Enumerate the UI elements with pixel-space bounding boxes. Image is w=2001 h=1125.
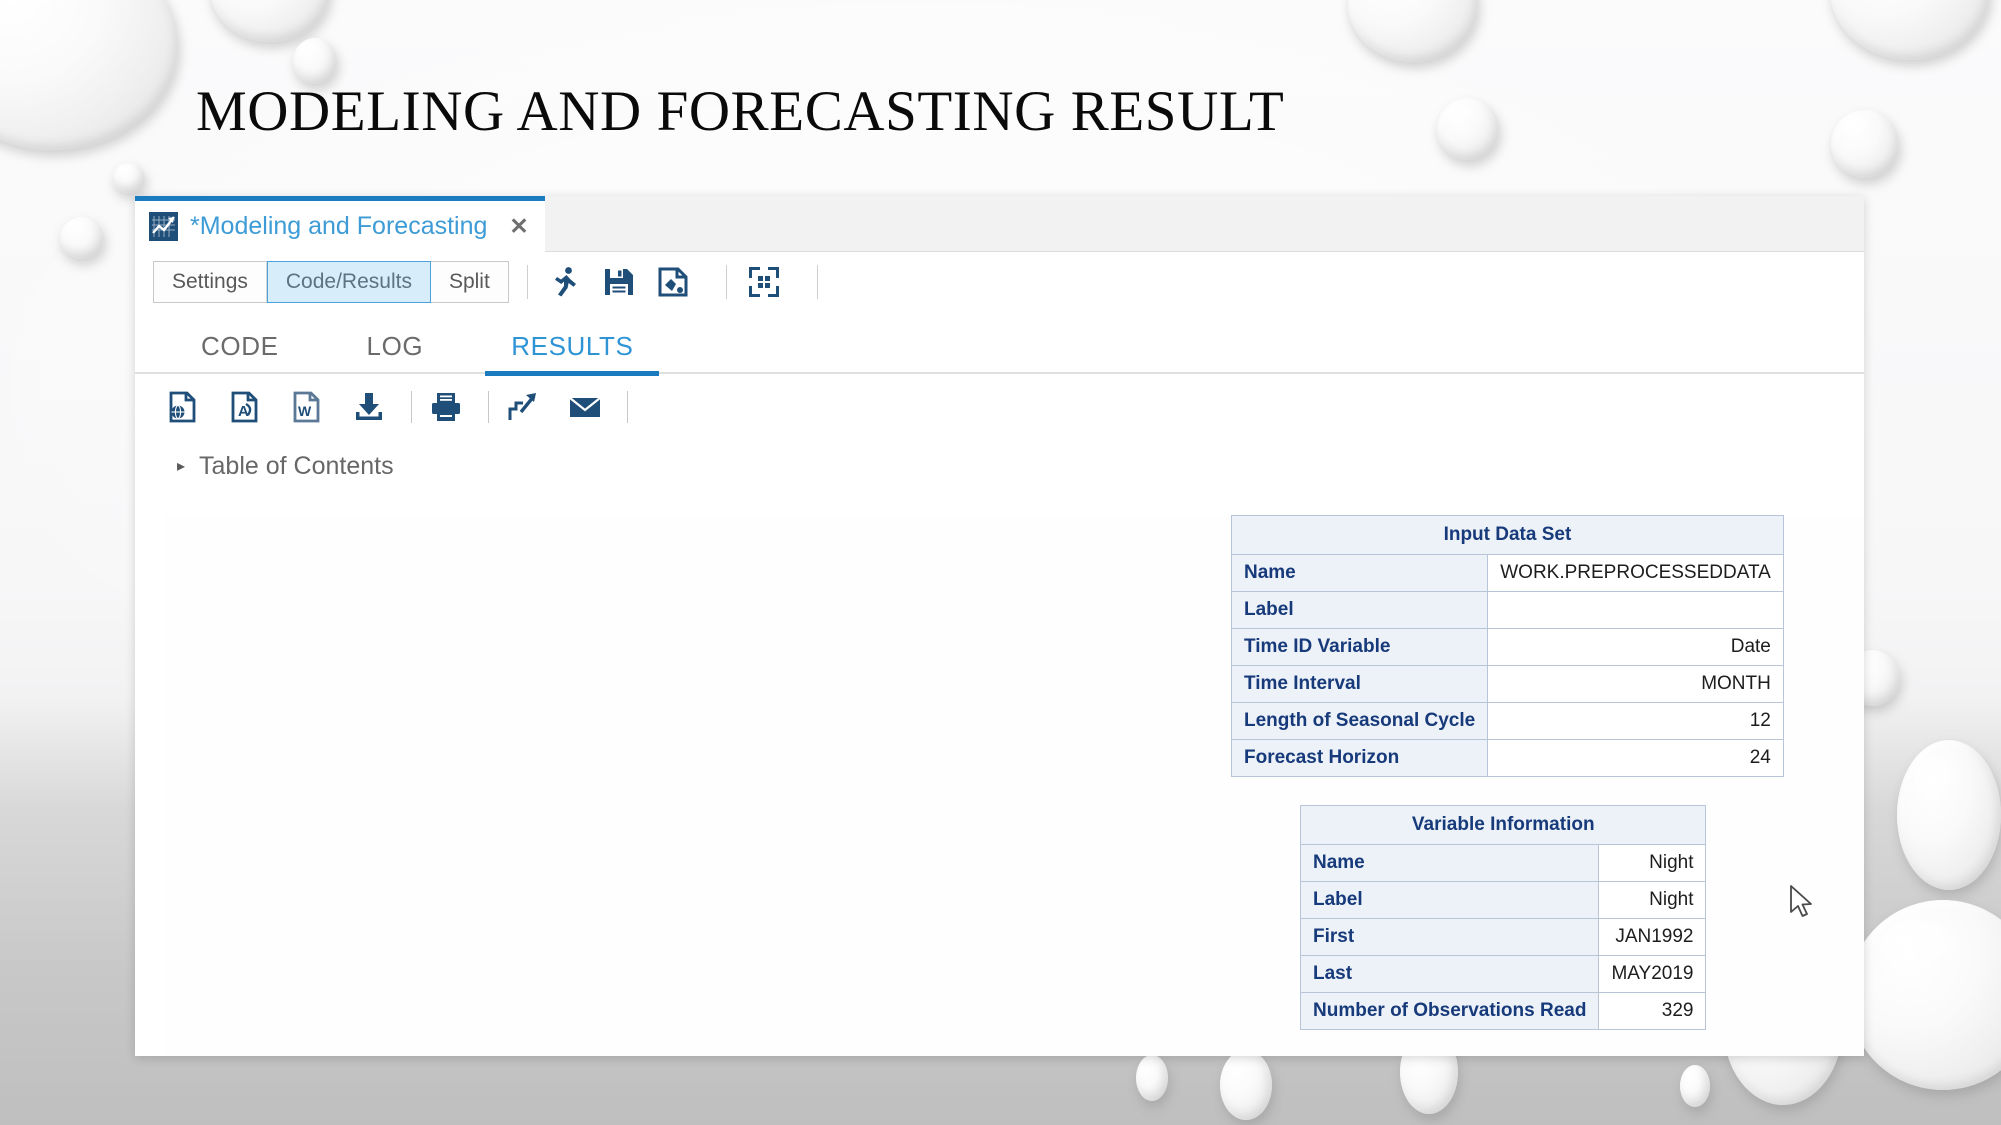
table-row: Name Night — [1301, 845, 1706, 882]
mouse-cursor — [1789, 885, 1817, 928]
droplet-decoration — [293, 38, 337, 84]
table-of-contents-label: Table of Contents — [199, 452, 394, 481]
export-html-icon[interactable] — [163, 387, 203, 427]
droplet-decoration — [1897, 740, 2001, 890]
toolbar-divider — [726, 265, 727, 299]
page-title: MODELING AND FORECASTING RESULT — [196, 79, 1284, 144]
droplet-decoration — [1831, 110, 1899, 178]
table-row: Time ID Variable Date — [1232, 629, 1784, 666]
sas-studio-window: *Modeling and Forecasting ✕ Settings Cod… — [135, 196, 1864, 1056]
table-row: Label — [1232, 592, 1784, 629]
row-label: Number of Observations Read — [1301, 993, 1599, 1030]
variable-information-title: Variable Information — [1301, 806, 1706, 845]
droplet-decoration — [60, 217, 104, 259]
save-as-icon[interactable] — [654, 263, 692, 301]
input-data-set-table: Input Data Set Name WORK.PREPROCESSEDDAT… — [1231, 515, 1784, 777]
toolbar-divider — [411, 391, 412, 423]
toolbar-divider — [488, 391, 489, 423]
print-icon[interactable] — [426, 387, 466, 427]
row-value: 329 — [1599, 993, 1706, 1030]
row-value: WORK.PREPROCESSEDDATA — [1488, 555, 1784, 592]
row-label: Name — [1301, 845, 1599, 882]
table-row: Number of Observations Read 329 — [1301, 993, 1706, 1030]
droplet-decoration — [1680, 1065, 1710, 1107]
collapse-icon[interactable] — [745, 263, 783, 301]
table-row: Label Night — [1301, 882, 1706, 919]
row-value: Date — [1488, 629, 1784, 666]
table-row: Forecast Horizon 24 — [1232, 740, 1784, 777]
email-icon[interactable] — [565, 387, 605, 427]
toolbar-divider — [817, 265, 818, 299]
table-title-row: Input Data Set — [1232, 516, 1784, 555]
close-icon[interactable]: ✕ — [509, 215, 528, 238]
tab-label: *Modeling and Forecasting — [190, 212, 487, 241]
results-subtabs: CODE LOG RESULTS — [135, 312, 1864, 374]
results-toolbar: A W — [135, 374, 1864, 440]
table-row: Name WORK.PREPROCESSEDDATA — [1232, 555, 1784, 592]
row-label: First — [1301, 919, 1599, 956]
toolbar-divider — [527, 265, 528, 299]
row-label: Label — [1232, 592, 1488, 629]
view-mode-split[interactable]: Split — [431, 262, 508, 302]
run-icon[interactable] — [546, 263, 584, 301]
row-value: MAY2019 — [1599, 956, 1706, 993]
row-value: Night — [1599, 882, 1706, 919]
droplet-decoration — [1437, 98, 1499, 160]
row-label: Time Interval — [1232, 666, 1488, 703]
row-label: Length of Seasonal Cycle — [1232, 703, 1488, 740]
download-icon[interactable] — [349, 387, 389, 427]
row-label: Time ID Variable — [1232, 629, 1488, 666]
tab-results[interactable]: RESULTS — [485, 331, 659, 374]
results-output-pane: Input Data Set Name WORK.PREPROCESSEDDAT… — [165, 515, 1864, 1056]
droplet-decoration — [113, 163, 145, 193]
row-value: 12 — [1488, 703, 1784, 740]
view-mode-settings[interactable]: Settings — [154, 262, 267, 302]
row-value: Night — [1599, 845, 1706, 882]
tab-modeling-and-forecasting[interactable]: *Modeling and Forecasting ✕ — [135, 196, 545, 252]
view-mode-code-results[interactable]: Code/Results — [267, 261, 431, 303]
row-value: 24 — [1488, 740, 1784, 777]
chevron-right-icon: ▸ — [177, 459, 185, 475]
editor-toolbar: Settings Code/Results Split — [135, 252, 1864, 312]
droplet-decoration — [1136, 1055, 1168, 1101]
row-label: Name — [1232, 555, 1488, 592]
export-pdf-icon[interactable]: A — [225, 387, 265, 427]
row-value: MONTH — [1488, 666, 1784, 703]
window-tabstrip: *Modeling and Forecasting ✕ — [135, 196, 1864, 252]
tab-code[interactable]: CODE — [175, 331, 305, 374]
save-icon[interactable] — [600, 263, 638, 301]
trend-chart-icon[interactable] — [503, 387, 543, 427]
tabstrip-empty-area — [545, 196, 1864, 252]
svg-text:W: W — [298, 403, 312, 419]
toolbar-divider — [627, 391, 628, 423]
export-word-icon[interactable]: W — [287, 387, 327, 427]
view-mode-segmented-control: Settings Code/Results Split — [153, 261, 509, 303]
table-row: Length of Seasonal Cycle 12 — [1232, 703, 1784, 740]
row-label: Last — [1301, 956, 1599, 993]
table-row: Last MAY2019 — [1301, 956, 1706, 993]
row-value — [1488, 592, 1784, 629]
row-label: Forecast Horizon — [1232, 740, 1488, 777]
table-of-contents-toggle[interactable]: ▸ Table of Contents — [135, 440, 1864, 493]
variable-information-table: Variable Information Name Night Label Ni… — [1300, 805, 1706, 1030]
table-row: Time Interval MONTH — [1232, 666, 1784, 703]
table-row: First JAN1992 — [1301, 919, 1706, 956]
droplet-decoration — [1220, 1050, 1272, 1120]
table-title-row: Variable Information — [1301, 806, 1706, 845]
row-label: Label — [1301, 882, 1599, 919]
sas-studio-icon — [149, 212, 178, 241]
input-data-set-title: Input Data Set — [1232, 516, 1784, 555]
tab-log[interactable]: LOG — [341, 331, 450, 374]
row-value: JAN1992 — [1599, 919, 1706, 956]
